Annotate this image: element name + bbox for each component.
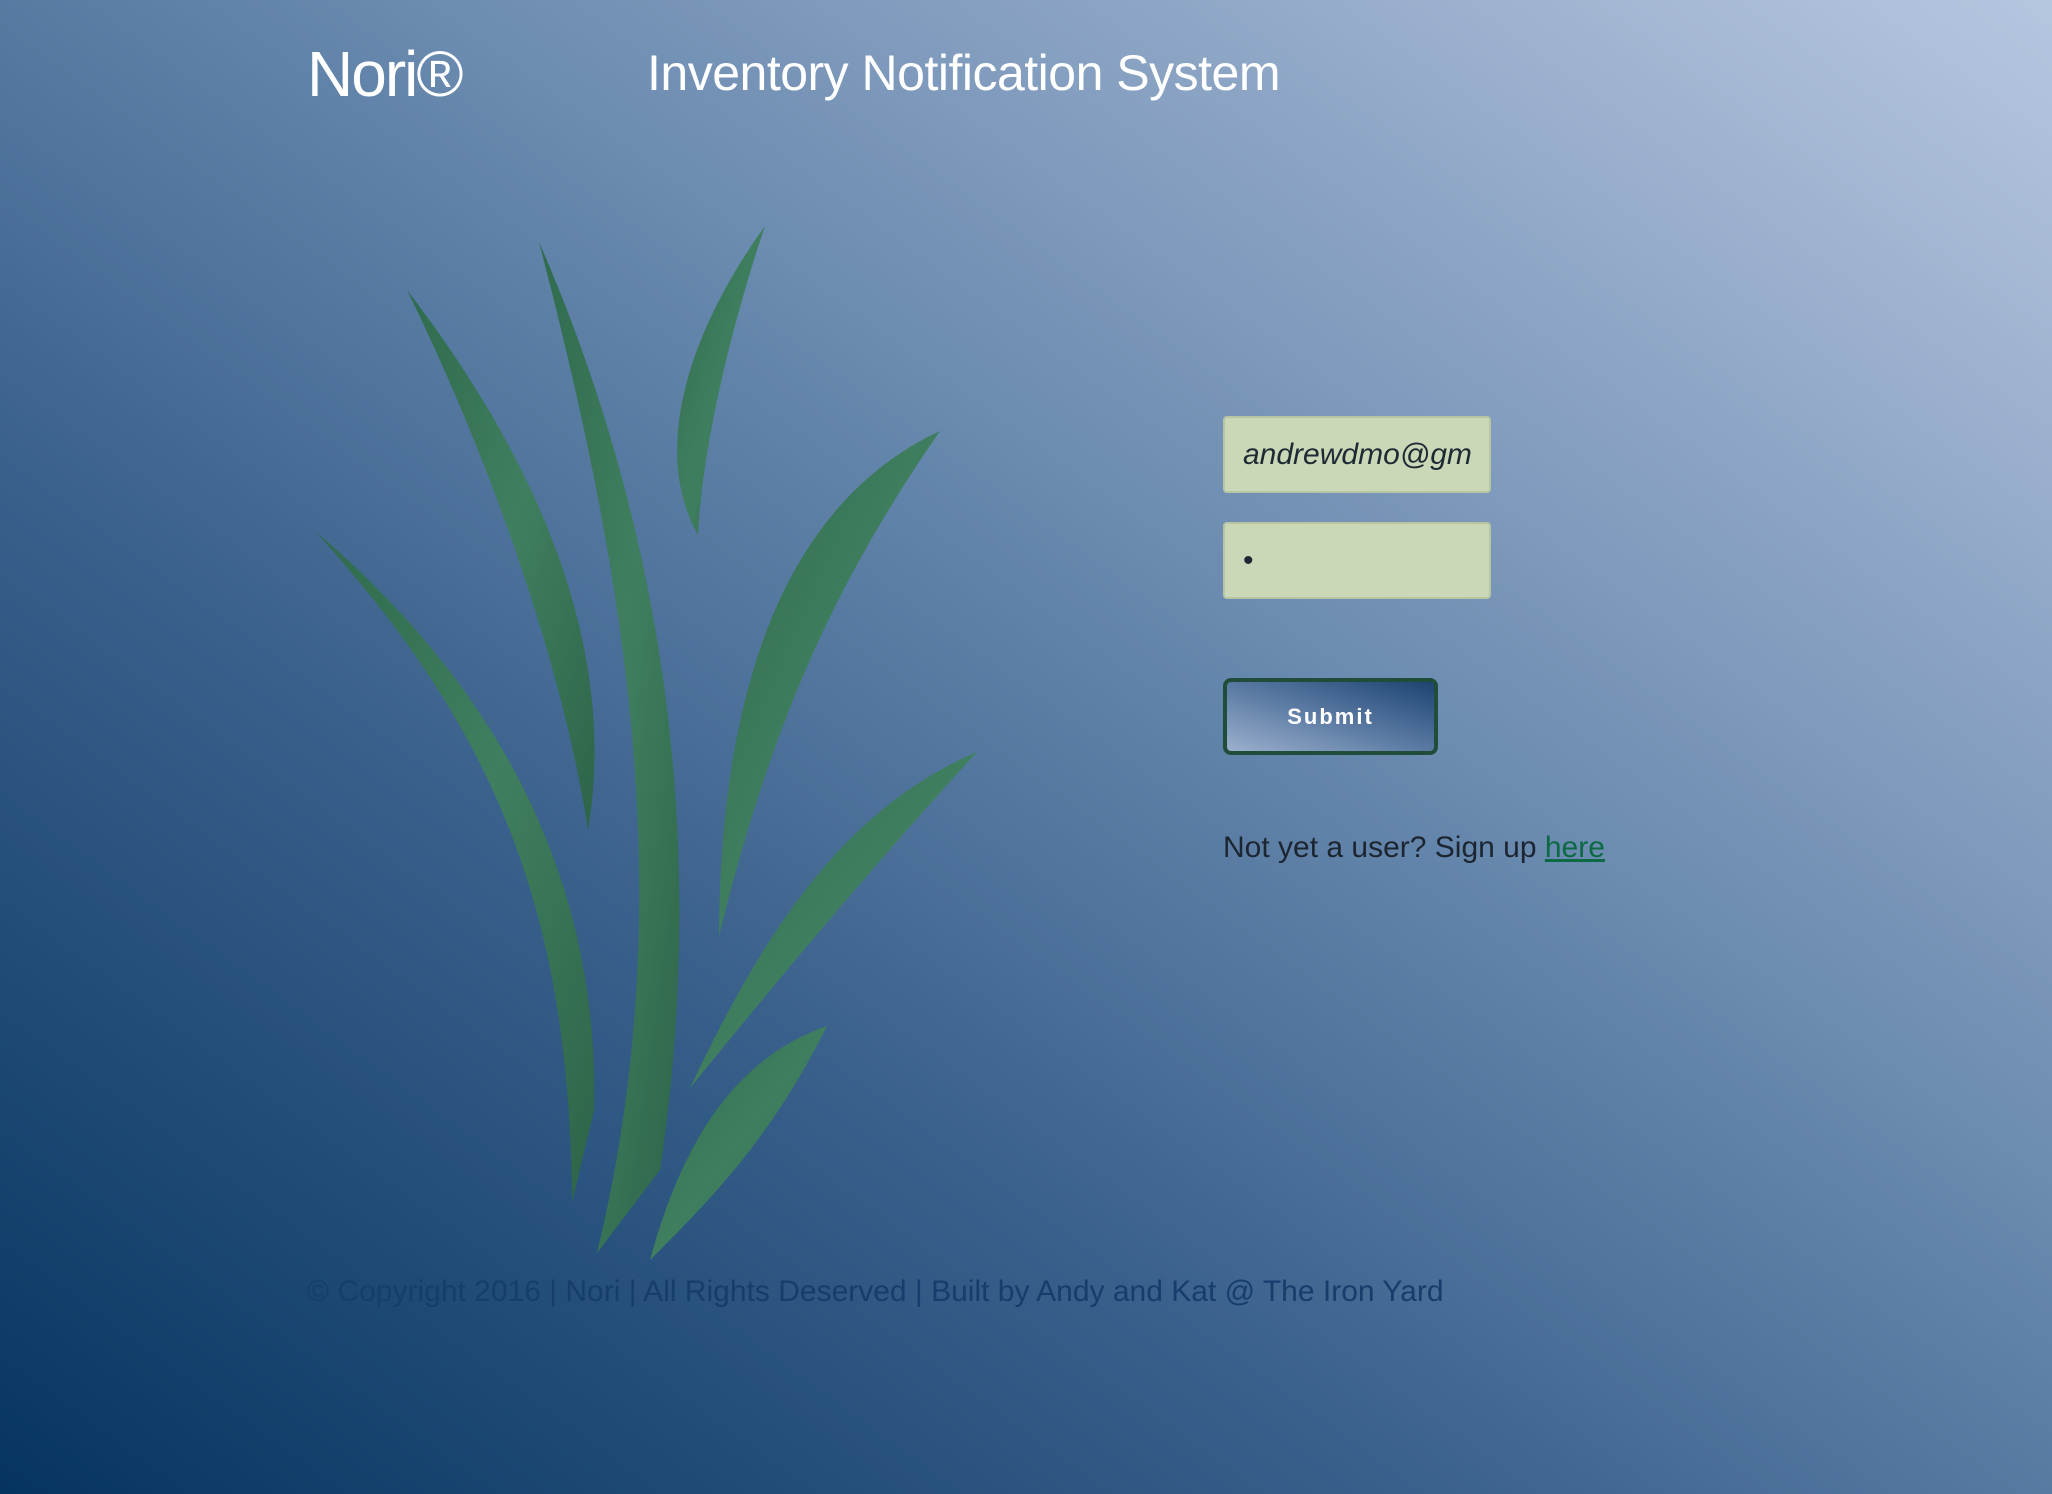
login-form: Submit Not yet a user? Sign up here: [1223, 416, 1723, 865]
footer-copyright: © Copyright 2016 | Nori | All Rights Des…: [307, 1275, 1444, 1308]
page-title: Inventory Notification System: [647, 45, 1281, 101]
signup-link[interactable]: here: [1545, 831, 1605, 864]
submit-button[interactable]: Submit: [1223, 678, 1438, 755]
signup-prompt-text: Not yet a user? Sign up: [1223, 831, 1545, 864]
signup-prompt: Not yet a user? Sign up here: [1223, 831, 1723, 865]
grass-illustration: [316, 226, 977, 1260]
email-field[interactable]: [1223, 416, 1491, 493]
brand-logo: Nori®: [307, 38, 463, 110]
password-field[interactable]: [1223, 522, 1491, 599]
